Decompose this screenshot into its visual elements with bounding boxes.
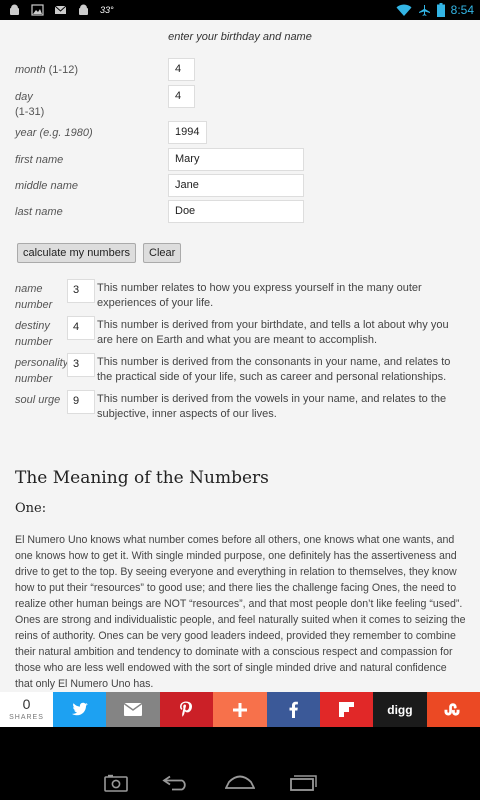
recent-apps-icon[interactable] <box>289 773 317 791</box>
soul-urge-label: soul urge <box>15 394 61 406</box>
share-count-label: SHARES <box>9 714 44 721</box>
share-count: 0 SHARES <box>0 692 53 727</box>
first-name-label: first name <box>15 154 64 166</box>
destiny-number-label-line2: number <box>15 336 53 348</box>
soul-urge-description: This number is derived from the vowels i… <box>97 393 447 420</box>
day-hint: (1-31) <box>15 106 45 118</box>
last-name-input[interactable]: Doe <box>168 200 304 223</box>
name-number-label: name number <box>15 281 52 313</box>
stumbleupon-icon <box>444 703 460 716</box>
email-share-button[interactable] <box>106 692 160 727</box>
mail-icon <box>54 5 67 14</box>
back-icon[interactable] <box>162 775 190 791</box>
pinterest-share-button[interactable] <box>159 692 214 727</box>
temperature-text: 33° <box>100 5 114 15</box>
page-content: enter your birthday and name month (1-12… <box>0 20 480 692</box>
middle-name-input[interactable]: Jane <box>168 174 304 197</box>
airplane-icon <box>418 4 430 16</box>
destiny-number-label-line1: destiny <box>15 320 50 332</box>
wifi-icon <box>396 4 412 16</box>
share-bar: 0 SHARES digg <box>0 692 480 727</box>
screenshot-icon[interactable] <box>104 774 128 792</box>
calculate-button[interactable]: calculate my numbers <box>17 243 136 263</box>
form-heading: enter your birthday and name <box>168 31 312 43</box>
last-name-label: last name <box>15 206 63 218</box>
article-paragraph: El Numero Uno knows what number comes be… <box>15 534 466 690</box>
personality-number-label: personality number <box>15 355 68 387</box>
digg-share-button[interactable]: digg <box>373 692 427 727</box>
android-icon <box>10 4 19 15</box>
personality-number-description: This number is derived from the consonan… <box>97 356 451 383</box>
middle-name-label: middle name <box>15 180 78 192</box>
image-icon <box>31 4 44 16</box>
day-input[interactable]: 4 <box>168 85 195 108</box>
name-number-value: 3 <box>67 279 95 303</box>
destiny-number-value: 4 <box>67 316 95 340</box>
twitter-icon <box>71 702 88 716</box>
month-input[interactable]: 4 <box>168 58 195 81</box>
facebook-icon <box>289 701 298 718</box>
personality-number-value: 3 <box>67 353 95 377</box>
destiny-number-label: destiny number <box>15 318 52 350</box>
pinterest-icon <box>180 701 193 717</box>
name-number-label-line2: number <box>15 299 53 311</box>
year-label: year (e.g. 1980) <box>15 127 93 139</box>
personality-number-label-line1: personality <box>15 357 69 369</box>
android-icon <box>79 4 88 15</box>
month-hint: (1-12) <box>48 64 78 76</box>
navigation-bar <box>0 727 480 800</box>
name-number-description: This number relates to how you express y… <box>97 282 422 309</box>
name-number-label-line1: name <box>15 283 43 295</box>
day-label-text: day <box>15 91 33 103</box>
destiny-number-description: This number is derived from your birthda… <box>97 319 449 346</box>
day-label: day (1-31) <box>15 90 44 120</box>
facebook-share-button[interactable] <box>266 692 320 727</box>
twitter-share-button[interactable] <box>53 692 107 727</box>
section-title: One: <box>15 501 47 516</box>
system-icons: 8:54 <box>396 2 474 18</box>
stumbleupon-share-button[interactable] <box>426 692 480 727</box>
year-input[interactable]: 1994 <box>168 121 207 144</box>
flipboard-icon <box>339 702 355 717</box>
plus-icon <box>232 702 247 717</box>
personality-number-label-line2: number <box>15 373 53 385</box>
more-share-button[interactable] <box>213 692 267 727</box>
article-title: The Meaning of the Numbers <box>15 468 269 488</box>
flipboard-share-button[interactable] <box>319 692 374 727</box>
battery-icon <box>436 3 445 17</box>
clear-button[interactable]: Clear <box>143 243 182 263</box>
home-icon[interactable] <box>225 773 255 789</box>
soul-urge-value: 9 <box>67 390 95 414</box>
mail-icon <box>124 703 143 716</box>
digg-icon: digg <box>387 702 413 717</box>
first-name-input[interactable]: Mary <box>168 148 304 171</box>
clock: 8:54 <box>450 3 474 17</box>
notification-icons: 33° <box>8 3 114 17</box>
share-count-number: 0 <box>22 696 31 712</box>
month-label: month (1-12) <box>15 63 78 78</box>
status-bar: 33° 8:54 <box>0 0 480 20</box>
month-label-text: month <box>15 64 46 76</box>
